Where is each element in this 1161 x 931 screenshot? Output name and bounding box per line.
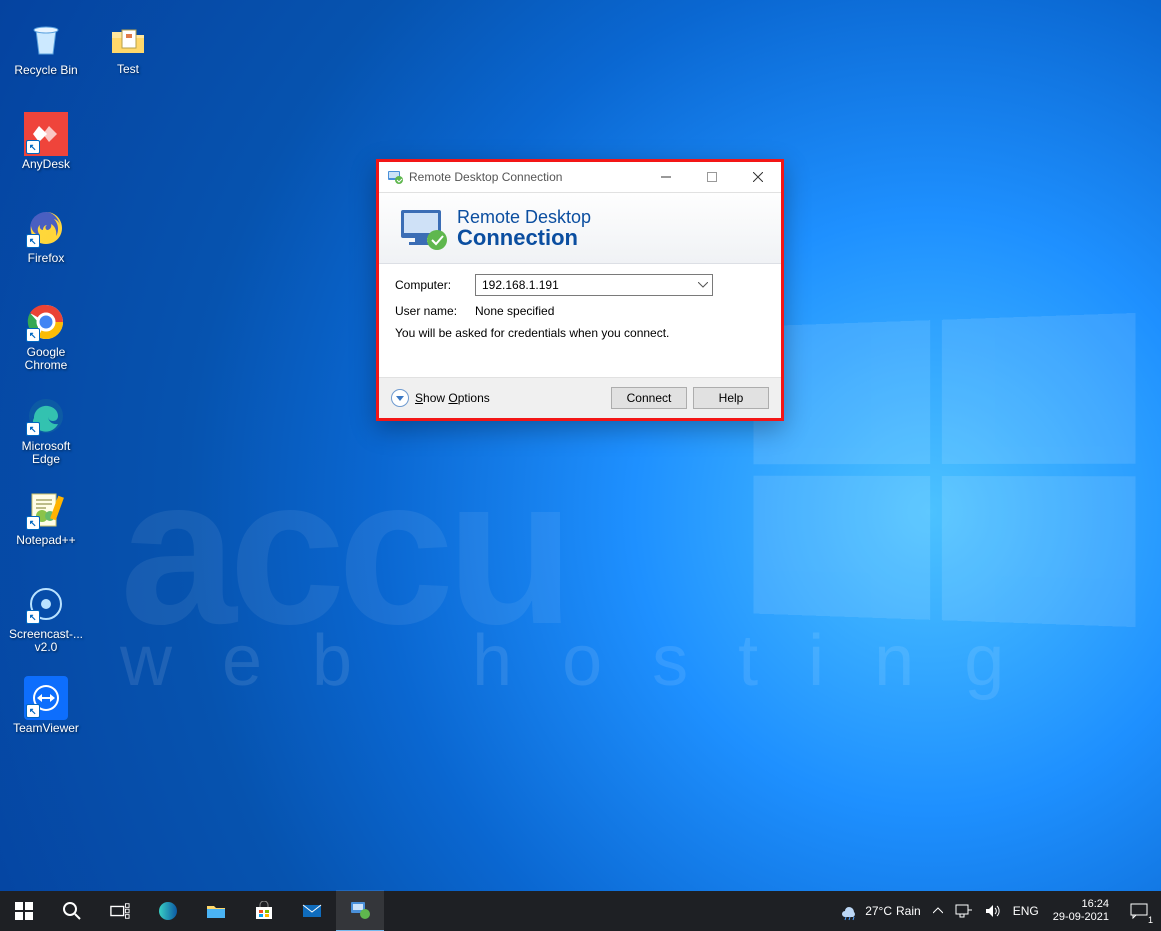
language-indicator[interactable]: ENG [1007,891,1045,931]
test-folder-icon[interactable]: Test [90,18,166,104]
taskbar-rdc-icon[interactable] [336,890,384,931]
taskbar-mail-icon[interactable] [288,891,336,931]
connect-button[interactable]: Connect [611,387,687,409]
chrome-icon[interactable]: Google Chrome [8,300,84,386]
action-center-button[interactable]: 1 [1117,891,1161,931]
clock[interactable]: 16:24 29-09-2021 [1045,898,1117,924]
system-tray: 27°C Rain ENG 16:24 29-09-2021 1 [833,891,1161,931]
maximize-button[interactable] [689,162,735,192]
volume-icon[interactable] [979,891,1007,931]
tray-overflow-button[interactable] [927,891,949,931]
taskbar-store-icon[interactable] [240,891,288,931]
computer-input[interactable] [480,277,684,293]
teamviewer-icon[interactable]: TeamViewer [8,676,84,762]
screencast-icon[interactable]: Screencast-... v2.0 [8,582,84,668]
help-button[interactable]: Help [693,387,769,409]
remote-desktop-dialog: Remote Desktop Connection Remote Desktop… [376,159,784,421]
network-icon[interactable] [949,891,979,931]
username-value: None specified [475,304,554,318]
dialog-title: Remote Desktop Connection [409,170,643,184]
rdc-banner-icon [397,206,447,250]
rdc-title-icon [387,169,403,185]
close-button[interactable] [735,162,781,192]
notepadpp-icon[interactable]: Notepad++ [8,488,84,574]
taskbar-explorer-icon[interactable] [192,891,240,931]
start-button[interactable] [0,891,48,931]
username-label: User name: [395,304,475,318]
weather-widget[interactable]: 27°C Rain [833,891,927,931]
chevron-down-icon [391,389,409,407]
anydesk-icon[interactable]: AnyDesk [8,112,84,198]
computer-label: Computer: [395,278,475,292]
computer-combobox[interactable] [475,274,713,296]
task-view-button[interactable] [96,891,144,931]
desktop[interactable]: accu web hosting Recycle Bin AnyDesk Fir… [0,0,1161,931]
banner-line2: Connection [457,227,591,249]
titlebar[interactable]: Remote Desktop Connection [379,162,781,193]
chevron-down-icon[interactable] [698,282,708,288]
show-options-toggle[interactable]: Show Options [391,389,490,407]
taskbar-edge-icon[interactable] [144,891,192,931]
dialog-banner: Remote Desktop Connection [379,193,781,264]
credentials-hint: You will be asked for credentials when y… [395,326,765,340]
recycle-bin-icon[interactable]: Recycle Bin [8,18,84,104]
taskbar: 27°C Rain ENG 16:24 29-09-2021 1 [0,891,1161,931]
minimize-button[interactable] [643,162,689,192]
search-button[interactable] [48,891,96,931]
desktop-icons: Recycle Bin AnyDesk Firefox Google Chrom… [8,18,128,770]
notification-badge: 1 [1146,915,1155,925]
banner-line1: Remote Desktop [457,207,591,227]
windows-logo-wallpaper [753,313,1135,627]
rain-icon [839,901,859,921]
firefox-icon[interactable]: Firefox [8,206,84,292]
watermark-web: web hosting [120,620,1054,702]
edge-icon[interactable]: Microsoft Edge [8,394,84,480]
